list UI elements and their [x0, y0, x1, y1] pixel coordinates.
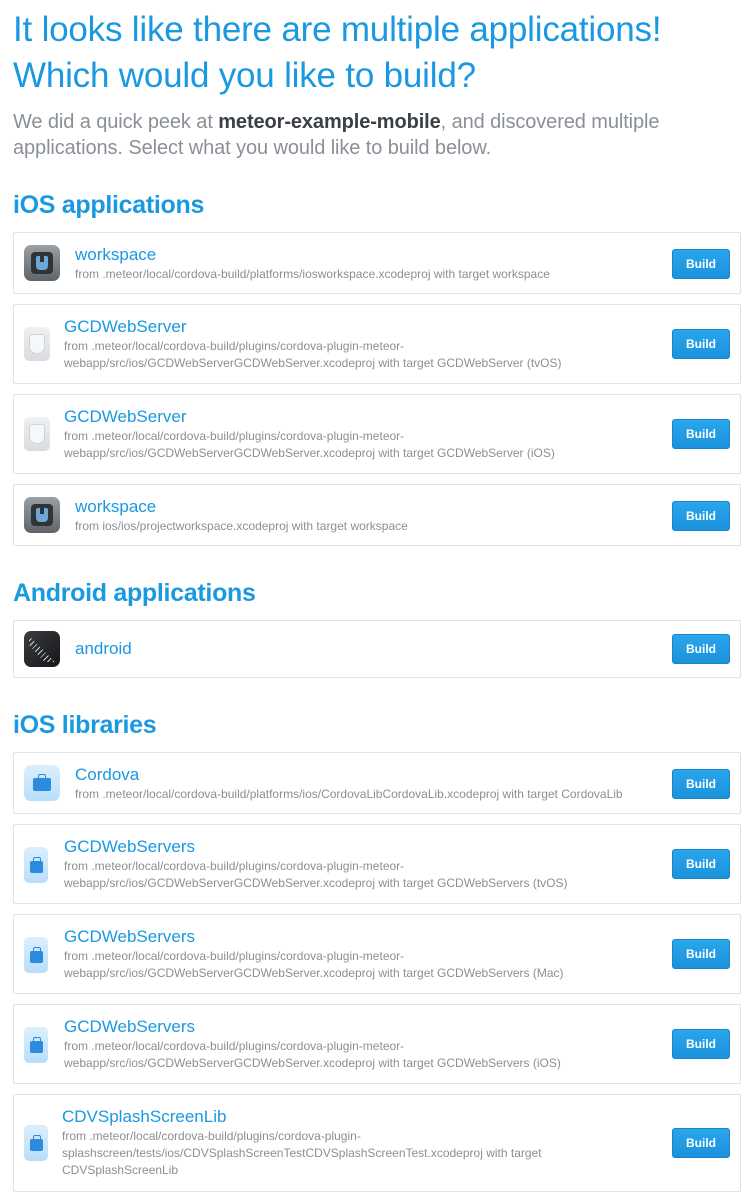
build-button[interactable]: Build	[672, 1029, 730, 1059]
xcode-workspace-icon	[24, 245, 60, 281]
lib-card-gcdwebservers-tvos: GCDWebServers from .meteor/local/cordova…	[13, 824, 741, 904]
build-button[interactable]: Build	[672, 769, 730, 799]
xcode-workspace-icon	[24, 497, 60, 533]
intro-text: We did a quick peek at meteor-example-mo…	[13, 109, 743, 161]
gcdwebserver-icon	[24, 327, 50, 361]
lib-path: from .meteor/local/cordova-build/plugins…	[62, 1129, 542, 1177]
meteor-android-icon	[24, 631, 60, 667]
section-title-ios-applications: iOS applications	[13, 191, 205, 219]
briefcase-icon	[24, 1125, 48, 1161]
app-name: android	[75, 639, 132, 658]
lib-card-cdvsplashscreenlib: CDVSplashScreenLib from .meteor/local/co…	[13, 1094, 741, 1192]
lib-path: from .meteor/local/cordova-build/plugins…	[64, 1039, 561, 1070]
build-button[interactable]: Build	[672, 249, 730, 279]
lib-path: from .meteor/local/cordova-build/plugins…	[64, 949, 564, 980]
lib-name: CDVSplashScreenLib	[62, 1107, 227, 1126]
app-name: GCDWebServer	[64, 317, 187, 336]
build-button[interactable]: Build	[672, 419, 730, 449]
lib-name: GCDWebServers	[64, 927, 195, 946]
app-path: from .meteor/local/cordova-build/plugins…	[64, 429, 555, 460]
lib-name: Cordova	[75, 765, 140, 784]
app-name: GCDWebServer	[64, 407, 187, 426]
lib-name: GCDWebServers	[64, 1017, 195, 1036]
app-path: from ios/ios/projectworkspace.xcodeproj …	[75, 519, 408, 533]
build-button[interactable]: Build	[672, 329, 730, 359]
briefcase-icon	[24, 1027, 48, 1063]
build-selection-page: It looks like there are multiple applica…	[13, 0, 743, 1192]
app-name: workspace	[75, 497, 157, 516]
briefcase-icon	[24, 937, 48, 973]
section-title-ios-libraries: iOS libraries	[13, 711, 157, 739]
lib-path: from .meteor/local/cordova-build/platfor…	[75, 787, 623, 801]
gcdwebserver-icon	[24, 417, 50, 451]
build-button[interactable]: Build	[672, 634, 730, 664]
app-card-gcdwebserver-ios: GCDWebServer from .meteor/local/cordova-…	[13, 394, 741, 474]
build-button[interactable]: Build	[672, 849, 730, 879]
briefcase-icon	[24, 847, 48, 883]
lib-card-cordova: Cordova from .meteor/local/cordova-build…	[13, 752, 741, 814]
app-path: from .meteor/local/cordova-build/plugins…	[64, 339, 562, 370]
lib-card-gcdwebservers-mac: GCDWebServers from .meteor/local/cordova…	[13, 914, 741, 994]
repo-name: meteor-example-mobile	[218, 111, 441, 133]
page-title-line-2: Which would you like to build?	[13, 56, 476, 95]
briefcase-icon	[24, 765, 60, 801]
app-card-gcdwebserver-tvos: GCDWebServer from .meteor/local/cordova-…	[13, 304, 741, 384]
build-button[interactable]: Build	[672, 501, 730, 531]
page-title: It looks like there are multiple applica…	[13, 0, 743, 99]
section-title-android-applications: Android applications	[13, 579, 256, 607]
intro-prefix: We did a quick peek at	[13, 111, 219, 133]
page-title-line-1: It looks like there are multiple applica…	[13, 10, 662, 49]
app-card-android: android Build	[13, 620, 741, 678]
build-button[interactable]: Build	[672, 1128, 730, 1158]
app-path: from .meteor/local/cordova-build/platfor…	[75, 267, 550, 281]
lib-path: from .meteor/local/cordova-build/plugins…	[64, 859, 568, 890]
lib-name: GCDWebServers	[64, 837, 195, 856]
lib-card-gcdwebservers-ios: GCDWebServers from .meteor/local/cordova…	[13, 1004, 741, 1084]
app-name: workspace	[75, 245, 157, 264]
app-card-workspace-ios: workspace from ios/ios/projectworkspace.…	[13, 484, 741, 546]
build-button[interactable]: Build	[672, 939, 730, 969]
app-card-workspace: workspace from .meteor/local/cordova-bui…	[13, 232, 741, 294]
